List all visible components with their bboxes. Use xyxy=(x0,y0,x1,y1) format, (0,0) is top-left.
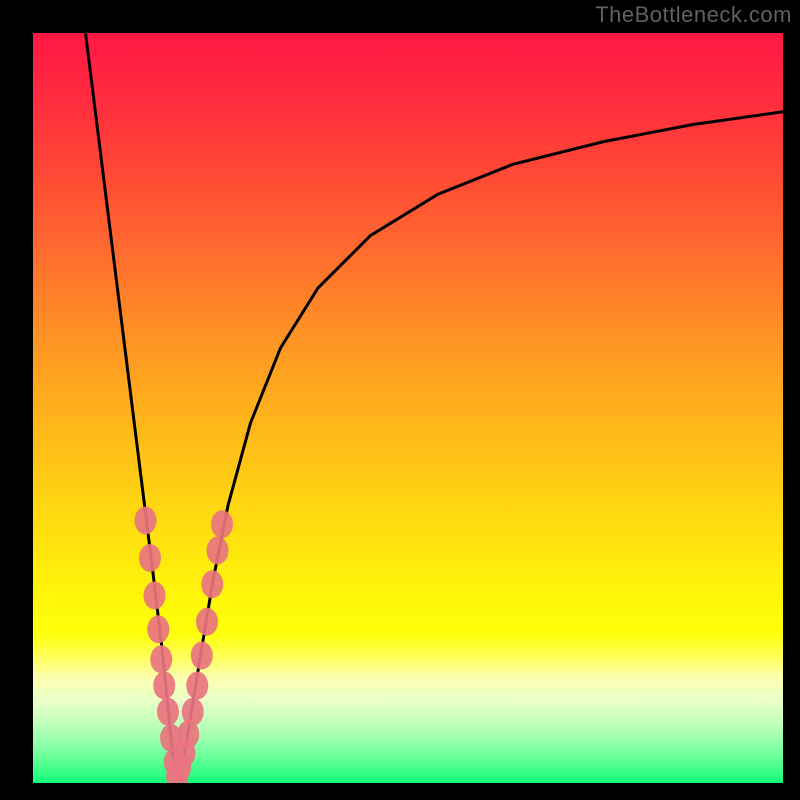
curve-layer xyxy=(33,33,783,783)
marker-group xyxy=(135,507,234,784)
bottleneck-curve-right-path xyxy=(177,112,783,780)
data-marker xyxy=(201,570,223,598)
data-marker xyxy=(207,537,229,565)
data-marker xyxy=(191,642,213,670)
data-marker xyxy=(182,698,204,726)
data-marker xyxy=(157,698,179,726)
data-marker xyxy=(211,510,233,538)
data-marker xyxy=(139,544,161,572)
watermark-text: TheBottleneck.com xyxy=(595,2,792,28)
data-marker xyxy=(147,615,169,643)
data-marker xyxy=(150,645,172,673)
data-marker xyxy=(153,672,175,700)
data-marker xyxy=(196,608,218,636)
chart-frame: TheBottleneck.com xyxy=(0,0,800,800)
data-marker xyxy=(144,582,166,610)
data-marker xyxy=(186,672,208,700)
data-marker xyxy=(135,507,157,535)
plot-area xyxy=(33,33,783,783)
